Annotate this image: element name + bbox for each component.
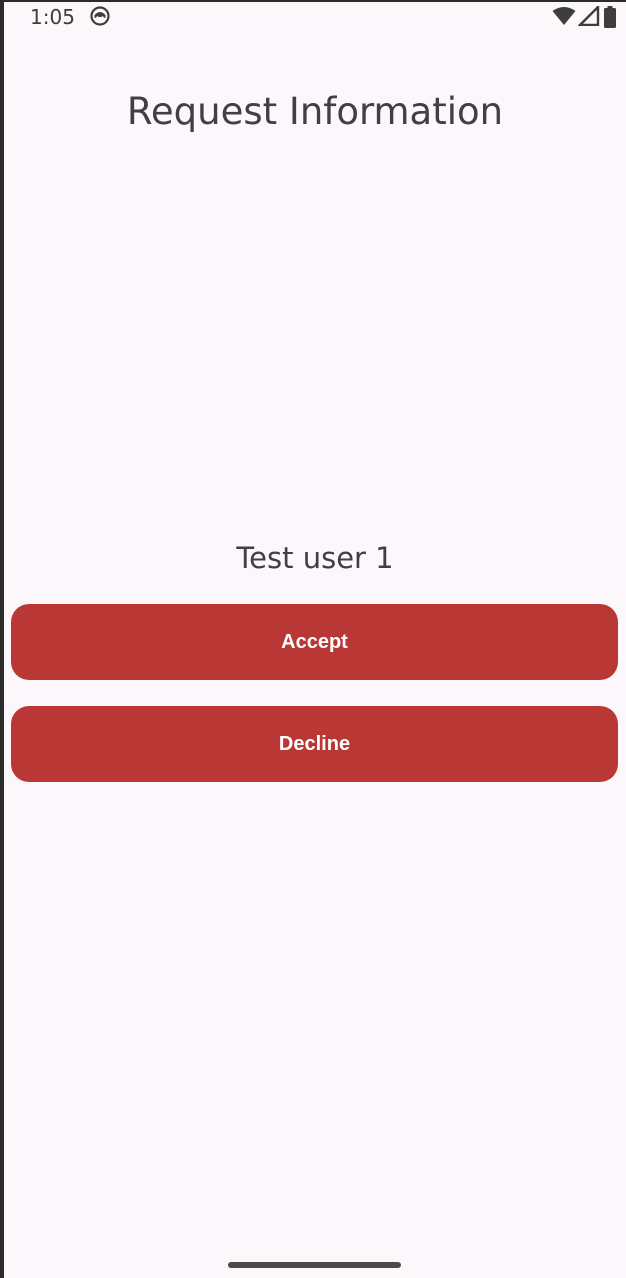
battery-icon	[604, 6, 616, 28]
status-time: 1:05	[30, 5, 75, 29]
decline-button[interactable]: Decline	[11, 706, 618, 782]
accept-button[interactable]: Accept	[11, 604, 618, 680]
home-indicator[interactable]	[228, 1262, 401, 1268]
app-screen: 1:05 Request Information Test user 1 Acc	[4, 2, 626, 1278]
page-title: Request Information	[126, 90, 504, 133]
wifi-icon	[552, 7, 576, 25]
request-user-name: Test user 1	[236, 541, 394, 575]
signal-icon	[578, 6, 600, 26]
ghost-app-icon	[90, 6, 110, 26]
status-bar: 1:05	[4, 2, 626, 32]
